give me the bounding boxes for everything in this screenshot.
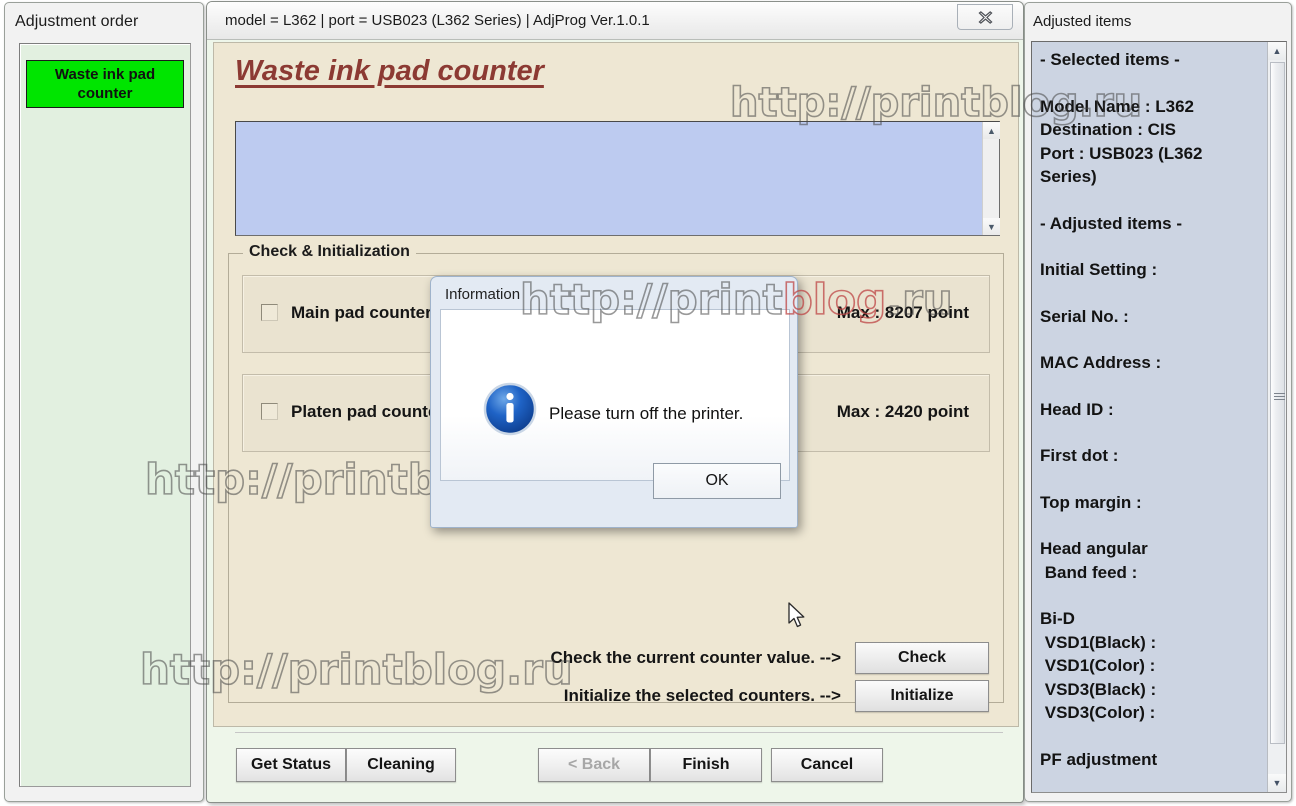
adjusted-items-content: - Selected items - Model Name : L362 Des… <box>1040 48 1262 771</box>
adjusted-items-list[interactable]: - Selected items - Model Name : L362 Des… <box>1031 41 1287 793</box>
finish-button[interactable]: Finish <box>650 748 762 782</box>
cancel-button[interactable]: Cancel <box>771 748 883 782</box>
log-scrollbar[interactable]: ▲ ▼ <box>982 122 999 235</box>
scroll-up-icon[interactable]: ▲ <box>983 122 1000 139</box>
adjustment-order-list[interactable]: Waste ink pad counter <box>19 43 191 787</box>
dialog-title: Information <box>445 286 520 303</box>
list-item: Initial Setting : <box>1040 258 1262 282</box>
ok-button[interactable]: OK <box>653 463 781 499</box>
group-legend: Check & Initialization <box>243 243 416 261</box>
list-item: Top margin : <box>1040 491 1262 515</box>
list-item: - Adjusted items - <box>1040 212 1262 236</box>
dialog-body: Please turn off the printer. <box>440 309 790 481</box>
list-item: Head ID : <box>1040 398 1262 422</box>
information-dialog: Information Please turn off the printer.… <box>430 276 798 528</box>
divider <box>235 732 1003 733</box>
scroll-down-icon[interactable]: ▼ <box>1268 774 1286 792</box>
platen-pad-counter-label: Platen pad counter <box>291 402 444 422</box>
get-status-button[interactable]: Get Status <box>236 748 346 782</box>
log-textarea[interactable]: ▲ ▼ <box>235 121 1000 236</box>
cleaning-button[interactable]: Cleaning <box>346 748 456 782</box>
window-bottom-bar: Get Status Cleaning < Back Finish Cancel <box>213 732 1019 794</box>
initialize-action-text: Initialize the selected counters. --> <box>564 686 841 706</box>
check-action-text: Check the current counter value. --> <box>551 648 842 668</box>
list-item: PF adjustment <box>1040 748 1262 772</box>
scrollbar-thumb[interactable] <box>1270 62 1285 744</box>
adjustment-order-panel: Adjustment order Waste ink pad counter <box>4 2 204 802</box>
adjustment-order-title: Adjustment order <box>15 13 138 31</box>
list-item: Model Name : L362 Destination : CIS Port… <box>1040 95 1262 189</box>
list-item: Serial No. : <box>1040 305 1262 329</box>
list-item: Head angular Band feed : <box>1040 537 1262 584</box>
back-button: < Back <box>538 748 650 782</box>
list-item: - Selected items - <box>1040 48 1262 72</box>
list-item: First dot : <box>1040 444 1262 468</box>
platen-pad-counter-checkbox[interactable] <box>261 403 278 420</box>
window-title-text: model = L362 | port = USB023 (L362 Serie… <box>225 12 650 29</box>
initialize-button[interactable]: Initialize <box>855 680 989 712</box>
main-pad-counter-label: Main pad counter <box>291 303 432 323</box>
initialize-action-row: Initialize the selected counters. --> In… <box>564 680 989 712</box>
check-button[interactable]: Check <box>855 642 989 674</box>
info-icon <box>483 382 537 436</box>
order-item-waste-ink-pad-counter[interactable]: Waste ink pad counter <box>26 60 184 108</box>
app-root: Adjustment order Waste ink pad counter m… <box>0 0 1296 806</box>
scroll-down-icon[interactable]: ▼ <box>983 218 1000 235</box>
adjusted-items-scrollbar[interactable]: ▲ ▼ <box>1267 42 1286 792</box>
close-icon[interactable] <box>957 4 1013 30</box>
scroll-up-icon[interactable]: ▲ <box>1268 42 1286 60</box>
list-item: Bi-D VSD1(Black) : VSD1(Color) : VSD3(Bl… <box>1040 607 1262 725</box>
adjusted-items-title: Adjusted items <box>1033 13 1131 30</box>
platen-pad-counter-max: Max : 2420 point <box>837 402 969 422</box>
main-pad-counter-checkbox[interactable] <box>261 304 278 321</box>
check-action-row: Check the current counter value. --> Che… <box>551 642 990 674</box>
list-item: MAC Address : <box>1040 351 1262 375</box>
adjusted-items-panel: Adjusted items - Selected items - Model … <box>1024 2 1292 802</box>
window-titlebar: model = L362 | port = USB023 (L362 Serie… <box>207 2 1023 40</box>
page-title: Waste ink pad counter <box>235 55 544 88</box>
scrollbar-grip-icon <box>1274 393 1285 402</box>
main-pad-counter-max: Max : 8207 point <box>837 303 969 323</box>
dialog-message: Please turn off the printer. <box>549 404 743 424</box>
